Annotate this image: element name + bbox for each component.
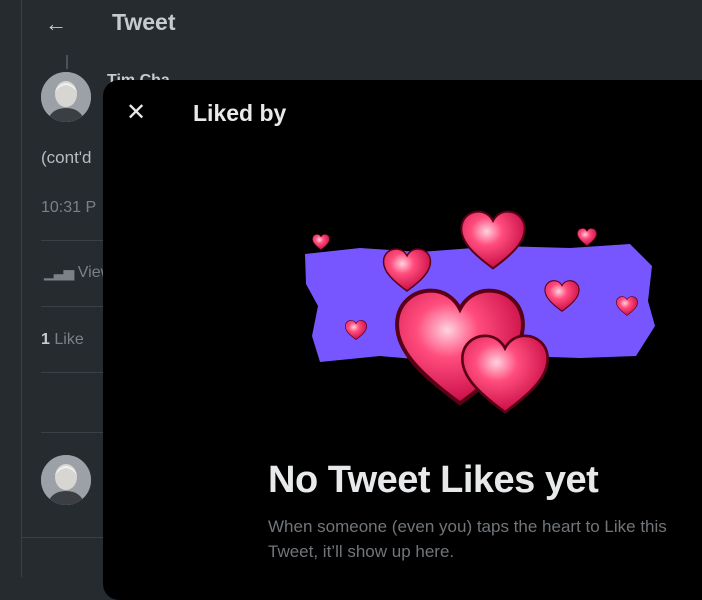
liked-by-modal: ✕ Liked by No Tweet Likes yet When someo… [103, 80, 702, 600]
thread-connector [66, 55, 68, 69]
heart-icon [312, 234, 330, 250]
arrow-left-icon[interactable]: ← [42, 10, 70, 38]
author-avatar[interactable] [41, 72, 91, 122]
reply-avatar[interactable] [41, 455, 91, 505]
likes-count: 1 [41, 331, 50, 348]
empty-state-text: When someone (even you) taps the heart t… [268, 517, 667, 561]
hearts-illustration [305, 210, 655, 414]
tweet-timestamp[interactable]: 10:31 P [41, 199, 96, 217]
views-row[interactable]: ▁▃▅ View [44, 264, 112, 282]
column-border [21, 0, 22, 577]
close-icon[interactable]: ✕ [119, 96, 153, 130]
modal-title: Liked by [193, 100, 287, 126]
heart-icon [577, 228, 597, 246]
likes-label: Like [54, 331, 84, 348]
tweet-text: (cont'd [41, 148, 92, 167]
analytics-icon: ▁▃▅ [44, 264, 74, 280]
empty-state-heading: No Tweet Likes yet [268, 459, 599, 501]
heart-icon [460, 334, 550, 414]
likes-row[interactable]: 1 Like [41, 331, 84, 349]
page-title: Tweet [112, 9, 176, 35]
